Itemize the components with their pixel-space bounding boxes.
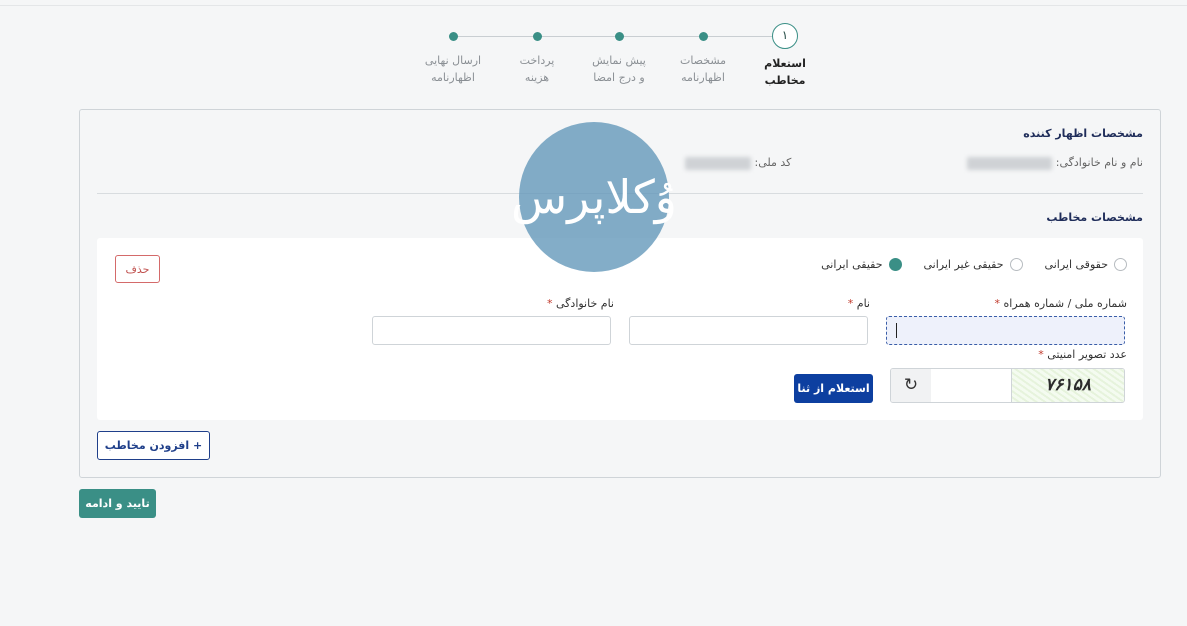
declarant-section-title: مشخصات اظهار کننده xyxy=(1023,127,1143,140)
addressee-section-title: مشخصات مخاطب xyxy=(1046,211,1143,224)
step-label: پیش نمایش و درج امضا xyxy=(592,54,646,84)
captcha-group: ۷۶۱۵۸ ↻ xyxy=(890,368,1125,403)
captcha-image: ۷۶۱۵۸ xyxy=(1011,369,1124,402)
declarant-code-value xyxy=(685,156,751,170)
radio-checked-icon xyxy=(888,258,902,271)
step-label: ارسال نهایی اظهارنامه xyxy=(424,54,482,84)
step-dot xyxy=(532,32,542,41)
radio-label: حقیقی غیر ایرانی xyxy=(923,258,1004,271)
step-dot xyxy=(614,32,624,41)
step-preview-sign: پیش نمایش و درج امضا xyxy=(574,20,664,86)
required-mark: * xyxy=(994,297,1001,310)
declarant-name-value xyxy=(967,156,1053,170)
radio-iranian-legal[interactable]: حقوقی ایرانی xyxy=(1045,258,1127,271)
top-divider xyxy=(0,5,1187,6)
captcha-label: عدد تصویر امنیتی * xyxy=(1038,348,1127,361)
first-name-input[interactable] xyxy=(629,316,868,345)
radio-unchecked-icon xyxy=(1009,258,1023,271)
plus-icon: + xyxy=(193,439,203,452)
declarant-name-label: نام و نام خانوادگی: xyxy=(1055,156,1143,169)
label-text: نام خانوادگی xyxy=(556,297,614,310)
label-text: نام xyxy=(856,297,870,310)
required-mark: * xyxy=(547,297,553,310)
label-text: عدد تصویر امنیتی xyxy=(1047,348,1127,361)
last-name-input[interactable] xyxy=(372,316,611,345)
radio-label: حقوقی ایرانی xyxy=(1044,258,1108,271)
text-caret xyxy=(896,323,897,338)
step-declaration-details: مشخصات اظهارنامه xyxy=(658,20,748,86)
step-number: ۱ xyxy=(772,23,798,49)
radio-label: حقیقی ایرانی xyxy=(821,258,883,271)
required-mark: * xyxy=(1038,348,1044,361)
first-name-label: نام * xyxy=(848,297,870,310)
wizard-stepper: ۱ استعلام مخاطب مشخصات اظهارنامه پیش نما… xyxy=(410,20,820,100)
watermark-logo: وُکلاپرس xyxy=(511,122,677,272)
add-addressee-label: افزودن مخاطب xyxy=(104,439,190,452)
refresh-icon[interactable]: ↻ xyxy=(891,369,931,402)
form-panel: مشخصات اظهار کننده نام و نام خانوادگی: ک… xyxy=(79,109,1161,478)
step-label: استعلام مخاطب xyxy=(764,57,806,87)
confirm-continue-button[interactable]: تایید و ادامه xyxy=(79,489,156,518)
step-payment: پرداخت هزینه xyxy=(492,20,582,86)
person-type-group: حقیقی ایرانی حقیقی غیر ایرانی حقوقی ایرا… xyxy=(821,258,1127,271)
declarant-code-label: کد ملی: xyxy=(754,156,792,169)
label-text: شماره ملی / شماره همراه xyxy=(1003,297,1127,310)
step-dot xyxy=(698,32,708,41)
radio-unchecked-icon xyxy=(1114,258,1127,271)
add-addressee-button[interactable]: + افزودن مخاطب xyxy=(97,431,210,460)
last-name-label: نام خانوادگی * xyxy=(547,297,614,310)
declarant-code-row: کد ملی: xyxy=(685,156,791,170)
captcha-input[interactable] xyxy=(930,369,1010,402)
step-label: مشخصات اظهارنامه xyxy=(679,54,727,84)
step-final-send: ارسال نهایی اظهارنامه xyxy=(408,20,498,86)
step-dot xyxy=(448,32,458,41)
required-mark: * xyxy=(847,297,854,310)
delete-addressee-button[interactable]: حذف xyxy=(115,255,160,283)
radio-iranian-natural[interactable]: حقیقی ایرانی xyxy=(821,258,902,271)
declarant-name-row: نام و نام خانوادگی: xyxy=(967,156,1143,170)
radio-foreign-natural[interactable]: حقیقی غیر ایرانی xyxy=(924,258,1023,271)
step-label: پرداخت هزینه xyxy=(519,54,555,84)
national-id-input[interactable] xyxy=(886,316,1125,345)
step-addressee-inquiry: ۱ استعلام مخاطب xyxy=(740,20,830,89)
national-id-label: شماره ملی / شماره همراه * xyxy=(995,297,1127,310)
inquiry-sana-button[interactable]: استعلام از ثنا xyxy=(794,374,873,403)
